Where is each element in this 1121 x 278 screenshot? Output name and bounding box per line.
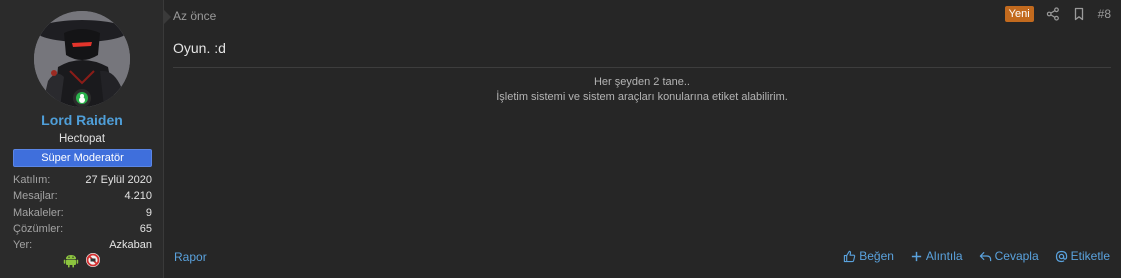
user-banner: Süper Moderatör (13, 149, 152, 167)
signature: Her şeyden 2 tane.. İşletim sistemi ve s… (173, 75, 1111, 105)
plus-icon (911, 251, 922, 261)
report-link[interactable]: Rapor (174, 250, 207, 264)
stat-value: 9 (145, 206, 152, 219)
stat-value: 4.210 (124, 190, 152, 203)
user-panel: Lord Raiden Hectopat Süper Moderatör Kat… (0, 0, 164, 278)
tag-button[interactable]: Etiketle (1055, 249, 1110, 263)
android-icon (63, 255, 79, 268)
stat-value: 27 Eylül 2020 (85, 174, 152, 186)
stat-label: Mesajlar: (13, 190, 58, 203)
post-message: Oyun. :d (173, 40, 226, 56)
signature-line-1: Her şeyden 2 tane.. (593, 76, 690, 88)
stat-value[interactable]: Azkaban (109, 237, 152, 253)
signature-divider (173, 67, 1111, 68)
stat-label: Yer: (13, 239, 33, 252)
reply-label: Cevapla (994, 249, 1039, 263)
user-title: Hectopat (58, 133, 106, 145)
like-button[interactable]: Beğen (843, 249, 894, 263)
stat-row-articles: Makaleler: 9 (13, 205, 152, 221)
no-entry-icon (86, 253, 100, 267)
share-icon[interactable] (1046, 7, 1060, 21)
stat-row-messages: Mesajlar: 4.210 (13, 188, 152, 204)
stat-label: Çözümler: (13, 222, 64, 235)
stat-label: Katılım: (13, 174, 51, 186)
reply-icon (979, 251, 991, 261)
tag-label: Etiketle (1070, 249, 1110, 263)
thumbs-up-icon (844, 250, 856, 262)
post-arrow (164, 10, 171, 24)
quote-label: Alıntıla (925, 249, 963, 263)
at-sign-icon (1055, 250, 1067, 262)
like-label: Beğen (859, 249, 894, 263)
user-stats: Katılım: 27 Eylül 2020 Mesajlar: 4.210 M… (13, 172, 152, 253)
post-header-actions: Yeni #8 (1004, 6, 1111, 22)
signature-line-2: İşletim sistemi ve sistem araçları konul… (496, 91, 788, 103)
online-status-icon (73, 89, 91, 107)
new-badge: Yeni (1004, 6, 1034, 22)
stat-label: Makaleler: (13, 206, 64, 219)
stat-row-solutions: Çözümler: 65 (13, 221, 152, 237)
user-icons (63, 252, 101, 268)
post-number[interactable]: #8 (1098, 7, 1111, 21)
post-actions: Beğen Alıntıla Cevapla Etiketle (843, 249, 1110, 263)
quote-button[interactable]: Alıntıla (910, 249, 963, 263)
stat-row-joined: Katılım: 27 Eylül 2020 (13, 172, 152, 188)
username[interactable]: Lord Raiden (0, 112, 164, 128)
reply-button[interactable]: Cevapla (979, 249, 1039, 263)
post-time[interactable]: Az önce (173, 9, 216, 23)
bookmark-icon[interactable] (1072, 7, 1086, 21)
stat-value: 65 (139, 222, 152, 235)
